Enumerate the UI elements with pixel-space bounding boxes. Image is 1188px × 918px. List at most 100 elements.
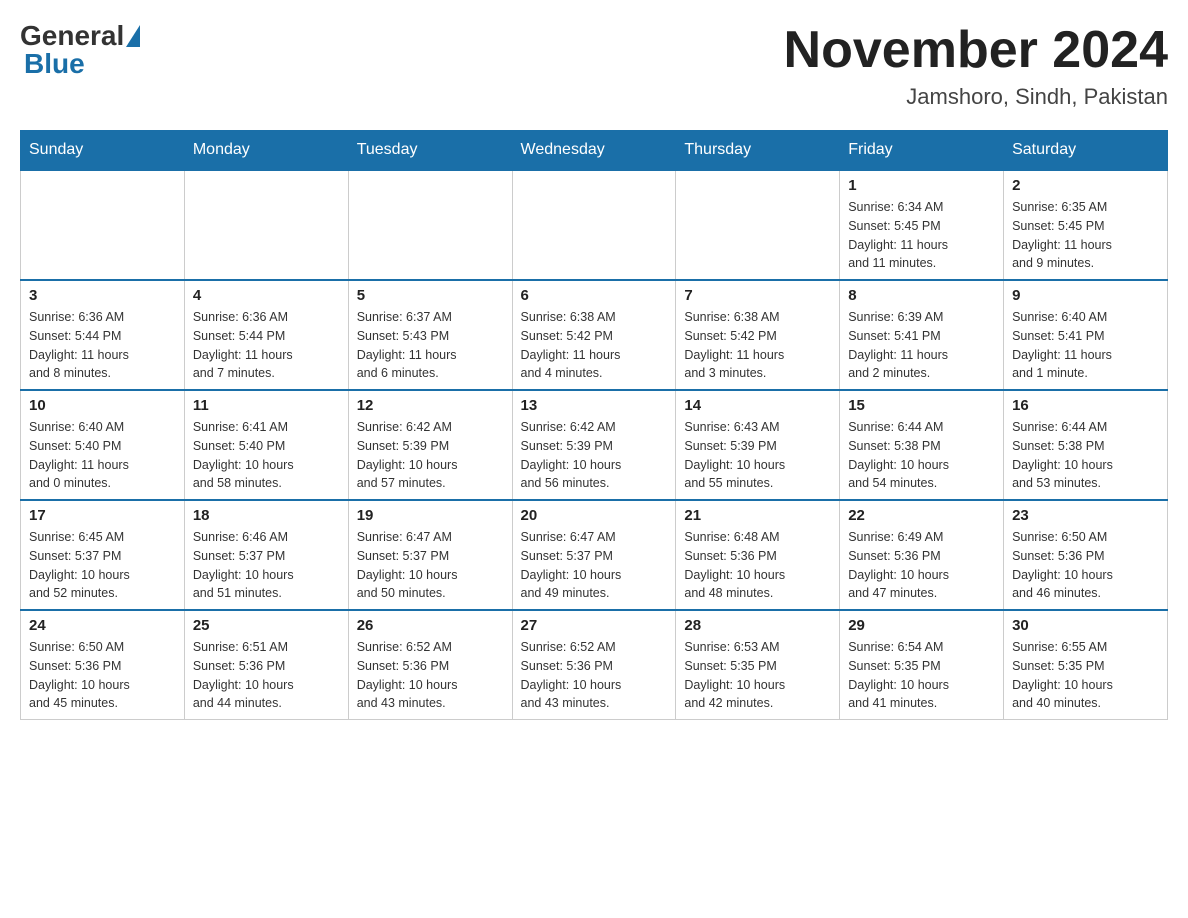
day-cell: 10 Sunrise: 6:40 AMSunset: 5:40 PMDayligh… <box>21 390 185 500</box>
day-number: 29 <box>848 617 995 634</box>
day-cell: 5 Sunrise: 6:37 AMSunset: 5:43 PMDaylight… <box>348 280 512 390</box>
day-number: 24 <box>29 617 176 634</box>
day-info: Sunrise: 6:50 AMSunset: 5:36 PMDaylight:… <box>1012 528 1159 603</box>
week-row-4: 17 Sunrise: 6:45 AMSunset: 5:37 PMDayligh… <box>21 500 1168 610</box>
day-info: Sunrise: 6:50 AMSunset: 5:36 PMDaylight:… <box>29 638 176 713</box>
day-cell: 30 Sunrise: 6:55 AMSunset: 5:35 PMDayligh… <box>1004 610 1168 720</box>
weekday-header-saturday: Saturday <box>1004 131 1168 171</box>
day-cell: 25 Sunrise: 6:51 AMSunset: 5:36 PMDayligh… <box>184 610 348 720</box>
day-number: 25 <box>193 617 340 634</box>
day-number: 30 <box>1012 617 1159 634</box>
day-info: Sunrise: 6:45 AMSunset: 5:37 PMDaylight:… <box>29 528 176 603</box>
day-cell: 22 Sunrise: 6:49 AMSunset: 5:36 PMDayligh… <box>840 500 1004 610</box>
calendar-subtitle: Jamshoro, Sindh, Pakistan <box>784 84 1168 110</box>
day-number: 3 <box>29 287 176 304</box>
week-row-3: 10 Sunrise: 6:40 AMSunset: 5:40 PMDayligh… <box>21 390 1168 500</box>
day-info: Sunrise: 6:44 AMSunset: 5:38 PMDaylight:… <box>848 418 995 493</box>
day-cell: 23Sunrise: 6:50 AMSunset: 5:36 PMDayligh… <box>1004 500 1168 610</box>
day-info: Sunrise: 6:42 AMSunset: 5:39 PMDaylight:… <box>357 418 504 493</box>
day-info: Sunrise: 6:48 AMSunset: 5:36 PMDaylight:… <box>684 528 831 603</box>
day-cell: 24 Sunrise: 6:50 AMSunset: 5:36 PMDayligh… <box>21 610 185 720</box>
logo-triangle-icon <box>126 25 140 47</box>
day-info: Sunrise: 6:36 AMSunset: 5:44 PMDaylight:… <box>193 308 340 383</box>
day-cell: 26 Sunrise: 6:52 AMSunset: 5:36 PMDayligh… <box>348 610 512 720</box>
day-cell: 2Sunrise: 6:35 AMSunset: 5:45 PMDaylight… <box>1004 170 1168 280</box>
week-row-5: 24 Sunrise: 6:50 AMSunset: 5:36 PMDayligh… <box>21 610 1168 720</box>
day-cell: 7 Sunrise: 6:38 AMSunset: 5:42 PMDaylight… <box>676 280 840 390</box>
day-cell: 6Sunrise: 6:38 AMSunset: 5:42 PMDaylight… <box>512 280 676 390</box>
day-info: Sunrise: 6:52 AMSunset: 5:36 PMDaylight:… <box>357 638 504 713</box>
day-info: Sunrise: 6:41 AMSunset: 5:40 PMDaylight:… <box>193 418 340 493</box>
day-info: Sunrise: 6:40 AMSunset: 5:41 PMDaylight:… <box>1012 308 1159 383</box>
day-cell: 21 Sunrise: 6:48 AMSunset: 5:36 PMDayligh… <box>676 500 840 610</box>
day-cell: 4 Sunrise: 6:36 AMSunset: 5:44 PMDaylight… <box>184 280 348 390</box>
day-number: 10 <box>29 397 176 414</box>
day-cell <box>184 170 348 280</box>
day-number: 13 <box>521 397 668 414</box>
day-cell: 27 Sunrise: 6:52 AMSunset: 5:36 PMDayligh… <box>512 610 676 720</box>
calendar-title: November 2024 <box>784 20 1168 80</box>
day-cell <box>348 170 512 280</box>
day-cell: 18 Sunrise: 6:46 AMSunset: 5:37 PMDayligh… <box>184 500 348 610</box>
day-info: Sunrise: 6:38 AMSunset: 5:42 PMDaylight:… <box>684 308 831 383</box>
day-number: 21 <box>684 507 831 524</box>
day-info: Sunrise: 6:40 AMSunset: 5:40 PMDaylight:… <box>29 418 176 493</box>
day-info: Sunrise: 6:39 AMSunset: 5:41 PMDaylight:… <box>848 308 995 383</box>
day-info: Sunrise: 6:47 AMSunset: 5:37 PMDaylight:… <box>357 528 504 603</box>
weekday-header-friday: Friday <box>840 131 1004 171</box>
day-cell: 3Sunrise: 6:36 AMSunset: 5:44 PMDaylight… <box>21 280 185 390</box>
day-info: Sunrise: 6:46 AMSunset: 5:37 PMDaylight:… <box>193 528 340 603</box>
day-cell: 20 Sunrise: 6:47 AMSunset: 5:37 PMDayligh… <box>512 500 676 610</box>
day-info: Sunrise: 6:54 AMSunset: 5:35 PMDaylight:… <box>848 638 995 713</box>
day-number: 7 <box>684 287 831 304</box>
day-info: Sunrise: 6:42 AMSunset: 5:39 PMDaylight:… <box>521 418 668 493</box>
day-number: 4 <box>193 287 340 304</box>
day-info: Sunrise: 6:37 AMSunset: 5:43 PMDaylight:… <box>357 308 504 383</box>
logo: General Blue <box>20 20 140 80</box>
week-row-1: 1Sunrise: 6:34 AMSunset: 5:45 PMDaylight… <box>21 170 1168 280</box>
day-cell: 11Sunrise: 6:41 AMSunset: 5:40 PMDayligh… <box>184 390 348 500</box>
weekday-header-thursday: Thursday <box>676 131 840 171</box>
day-cell <box>676 170 840 280</box>
day-number: 26 <box>357 617 504 634</box>
day-info: Sunrise: 6:52 AMSunset: 5:36 PMDaylight:… <box>521 638 668 713</box>
day-number: 19 <box>357 507 504 524</box>
day-cell: 28Sunrise: 6:53 AMSunset: 5:35 PMDayligh… <box>676 610 840 720</box>
day-number: 6 <box>521 287 668 304</box>
day-cell <box>21 170 185 280</box>
day-cell: 15Sunrise: 6:44 AMSunset: 5:38 PMDayligh… <box>840 390 1004 500</box>
day-cell: 17 Sunrise: 6:45 AMSunset: 5:37 PMDayligh… <box>21 500 185 610</box>
weekday-header-monday: Monday <box>184 131 348 171</box>
day-info: Sunrise: 6:47 AMSunset: 5:37 PMDaylight:… <box>521 528 668 603</box>
day-number: 22 <box>848 507 995 524</box>
day-info: Sunrise: 6:55 AMSunset: 5:35 PMDaylight:… <box>1012 638 1159 713</box>
weekday-header-row: SundayMondayTuesdayWednesdayThursdayFrid… <box>21 131 1168 171</box>
day-info: Sunrise: 6:43 AMSunset: 5:39 PMDaylight:… <box>684 418 831 493</box>
day-number: 27 <box>521 617 668 634</box>
day-number: 16 <box>1012 397 1159 414</box>
day-number: 8 <box>848 287 995 304</box>
day-number: 12 <box>357 397 504 414</box>
weekday-header-sunday: Sunday <box>21 131 185 171</box>
day-cell: 14 Sunrise: 6:43 AMSunset: 5:39 PMDayligh… <box>676 390 840 500</box>
day-number: 9 <box>1012 287 1159 304</box>
day-number: 18 <box>193 507 340 524</box>
calendar-table: SundayMondayTuesdayWednesdayThursdayFrid… <box>20 130 1168 720</box>
weekday-header-wednesday: Wednesday <box>512 131 676 171</box>
day-cell: 19 Sunrise: 6:47 AMSunset: 5:37 PMDayligh… <box>348 500 512 610</box>
day-cell: 13 Sunrise: 6:42 AMSunset: 5:39 PMDayligh… <box>512 390 676 500</box>
day-number: 17 <box>29 507 176 524</box>
day-info: Sunrise: 6:35 AMSunset: 5:45 PMDaylight:… <box>1012 198 1159 273</box>
day-info: Sunrise: 6:44 AMSunset: 5:38 PMDaylight:… <box>1012 418 1159 493</box>
day-number: 14 <box>684 397 831 414</box>
day-cell: 16 Sunrise: 6:44 AMSunset: 5:38 PMDayligh… <box>1004 390 1168 500</box>
day-number: 1 <box>848 177 995 194</box>
day-info: Sunrise: 6:51 AMSunset: 5:36 PMDaylight:… <box>193 638 340 713</box>
page-header: General Blue November 2024 Jamshoro, Sin… <box>20 20 1168 110</box>
logo-blue-text: Blue <box>24 48 140 80</box>
day-cell: 12 Sunrise: 6:42 AMSunset: 5:39 PMDayligh… <box>348 390 512 500</box>
week-row-2: 3 Sunrise: 6:36 AMSunset: 5:44 PMDaylight… <box>21 280 1168 390</box>
day-number: 5 <box>357 287 504 304</box>
day-number: 20 <box>521 507 668 524</box>
day-info: Sunrise: 6:49 AMSunset: 5:36 PMDaylight:… <box>848 528 995 603</box>
